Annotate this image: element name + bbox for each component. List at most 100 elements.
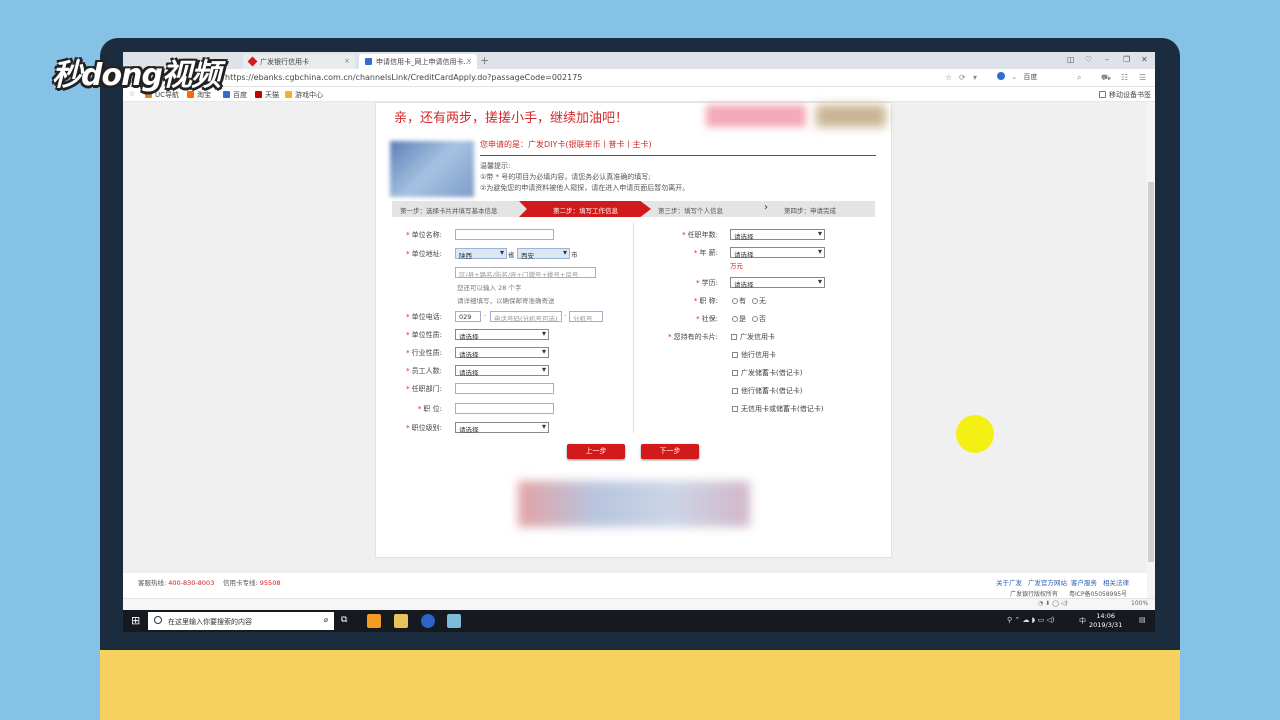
extension-icon[interactable]: ☷ xyxy=(1121,73,1128,82)
blurred-banner xyxy=(816,105,886,127)
shield-icon[interactable]: ♡ xyxy=(1085,55,1092,64)
address-hint: 请详细填写，以确保邮寄准确寄送 xyxy=(457,297,555,305)
chevron-down-icon[interactable]: ▾ xyxy=(973,73,977,82)
search-icon[interactable]: ⌕ xyxy=(1077,73,1081,83)
menu-icon[interactable]: ☰ xyxy=(1139,73,1146,82)
close-icon[interactable]: × xyxy=(466,57,472,65)
step-1: 第一步：选择卡片并填写基本信息 xyxy=(400,207,498,215)
clock-date: 2019/3/31 xyxy=(1089,621,1123,629)
tray-icons[interactable]: ⚲ ⌃ ☁ ◗ ▭ ◁) xyxy=(1007,616,1055,624)
tmall-icon xyxy=(255,91,262,98)
card-option[interactable]: 他行储蓄卡(借记卡) xyxy=(732,386,802,396)
taskbar-search[interactable]: 在这里输入你要搜索的内容 ⌀ xyxy=(148,612,334,630)
years-select[interactable]: 请选择 xyxy=(730,229,825,241)
tab-apply[interactable]: 申请信用卡_网上申请信用卡… × xyxy=(359,54,477,69)
phone-input[interactable]: 电话号码(分机号可选) xyxy=(490,311,562,322)
position-level-label: * 职位级别: xyxy=(406,424,442,432)
social-label: * 社保: xyxy=(696,315,718,323)
bookmark-games[interactable]: 游戏中心 xyxy=(285,90,323,100)
department-input[interactable] xyxy=(455,383,554,394)
checkbox-icon xyxy=(732,388,738,394)
url-field[interactable]: https://ebanks.cgbchina.com.cn/channelsL… xyxy=(225,73,582,82)
company-name-input[interactable] xyxy=(455,229,554,240)
footer-link-service[interactable]: 客户服务 xyxy=(1071,577,1097,587)
title-radio-no[interactable]: 无 xyxy=(751,296,766,306)
footer-link-about[interactable]: 关于广发 xyxy=(996,577,1022,587)
progress-steps: 第一步：选择卡片并填写基本信息 第二步：填写工作信息 第三步：填写个人信息 › … xyxy=(392,201,875,217)
new-tab-icon[interactable]: + xyxy=(480,54,489,67)
province-select[interactable]: 陕西 xyxy=(455,248,507,260)
address-bar: https://ebanks.cgbchina.com.cn/channelsL… xyxy=(123,69,1155,87)
clock-time: 14:06 xyxy=(1096,612,1116,620)
employees-select[interactable]: 请选择 xyxy=(455,365,549,377)
city-unit: 市 xyxy=(571,251,578,259)
salary-select[interactable]: 请选择 xyxy=(730,247,825,259)
windows-start-icon[interactable]: ⊞ xyxy=(131,614,140,627)
menu-icon[interactable]: ◫ xyxy=(1067,55,1075,64)
app-icon[interactable] xyxy=(421,614,435,628)
search-engine-selector[interactable]: ⌄ 百度 xyxy=(997,72,1037,82)
cart-icon[interactable]: ⛟ xyxy=(1101,73,1111,83)
bookmark-tmall[interactable]: 天猫 xyxy=(255,90,279,100)
tab-label: 广发银行信用卡 xyxy=(260,58,309,66)
social-radio-yes[interactable]: 是 xyxy=(731,314,746,324)
education-select[interactable]: 请选择 xyxy=(730,277,825,289)
next-step-button[interactable]: 下一步 xyxy=(641,444,699,459)
app-icon[interactable] xyxy=(447,614,461,628)
industry-select[interactable]: 请选择 xyxy=(455,347,549,359)
card-option[interactable]: 广发储蓄卡(借记卡) xyxy=(732,368,802,378)
close-icon[interactable]: × xyxy=(344,57,350,65)
refresh-icon[interactable]: ⟳ xyxy=(959,73,966,82)
zoom-level[interactable]: 100% xyxy=(1131,600,1148,607)
restore-icon[interactable]: ❐ xyxy=(1123,55,1130,64)
notification-icon[interactable]: ▤ xyxy=(1139,616,1146,624)
footer-link-official[interactable]: 广发官方网站 xyxy=(1028,577,1067,587)
tip-title: 温馨提示: xyxy=(480,162,511,170)
bookmark-label: 天猫 xyxy=(265,91,279,99)
game-icon xyxy=(285,91,292,98)
close-window-icon[interactable]: ✕ xyxy=(1141,55,1148,64)
blurred-banner xyxy=(706,105,806,127)
card-option[interactable]: 他行信用卡 xyxy=(732,350,776,360)
cards-label: * 您持有的卡片: xyxy=(668,333,718,341)
star-icon[interactable]: ☆ xyxy=(945,73,952,82)
mobile-bookmarks[interactable]: 移动设备书签 xyxy=(1099,90,1151,100)
footer-link-law[interactable]: 相关法律 xyxy=(1103,577,1129,587)
uc-browser-icon[interactable] xyxy=(367,614,381,628)
blurred-ad xyxy=(518,481,750,527)
city-select[interactable]: 西安 xyxy=(517,248,570,260)
extension-input[interactable]: 分机号 xyxy=(569,311,603,322)
chevron-down-icon: ⌄ xyxy=(1011,73,1018,81)
position-input[interactable] xyxy=(455,403,554,414)
ime-indicator[interactable]: 中 xyxy=(1079,616,1086,626)
folder-icon[interactable] xyxy=(394,614,408,628)
company-type-select[interactable]: 请选择 xyxy=(455,329,549,341)
tab-cgb-credit-card[interactable]: 广发银行信用卡 × xyxy=(243,54,355,69)
prev-step-button[interactable]: 上一步 xyxy=(567,444,625,459)
bookmark-label: 百度 xyxy=(233,91,247,99)
radio-icon xyxy=(752,316,758,322)
search-placeholder: 在这里输入你要搜索的内容 xyxy=(168,618,252,626)
microphone-icon[interactable]: ⌀ xyxy=(324,616,328,624)
radio-icon xyxy=(732,298,738,304)
bookmark-label: 游戏中心 xyxy=(295,91,323,99)
tab-bar: 广发银行信用卡 × 申请信用卡_网上申请信用卡… × + ◫ ♡ – ❐ ✕ xyxy=(123,52,1155,69)
card-option[interactable]: 广发信用卡 xyxy=(731,332,775,342)
social-radio-no[interactable]: 否 xyxy=(751,314,766,324)
card-option[interactable]: 无信用卡或储蓄卡(借记卡) xyxy=(732,404,823,414)
clock[interactable]: 14:06 2019/3/31 xyxy=(1089,612,1122,630)
task-view-icon[interactable]: ⧉ xyxy=(341,615,347,625)
minimize-icon[interactable]: – xyxy=(1105,55,1109,64)
area-code-input[interactable]: 029 xyxy=(455,311,481,322)
scrollbar-thumb[interactable] xyxy=(1148,182,1154,562)
industry-label: * 行业性质: xyxy=(406,349,442,357)
step-4: 第四步：申请完成 xyxy=(784,207,836,215)
address-input[interactable]: 区/县+路名/街名/弄+门牌号+楼号+房号 xyxy=(455,267,596,278)
position-level-select[interactable]: 请选择 xyxy=(455,422,549,434)
step-3: 第三步：填写个人信息 xyxy=(658,207,723,215)
title-radio-yes[interactable]: 有 xyxy=(731,296,746,306)
position-label: * 职 位: xyxy=(417,405,442,413)
radio-label: 否 xyxy=(759,315,766,323)
checkbox-label: 无信用卡或储蓄卡(借记卡) xyxy=(741,405,824,413)
scrollbar[interactable] xyxy=(1147,102,1155,610)
